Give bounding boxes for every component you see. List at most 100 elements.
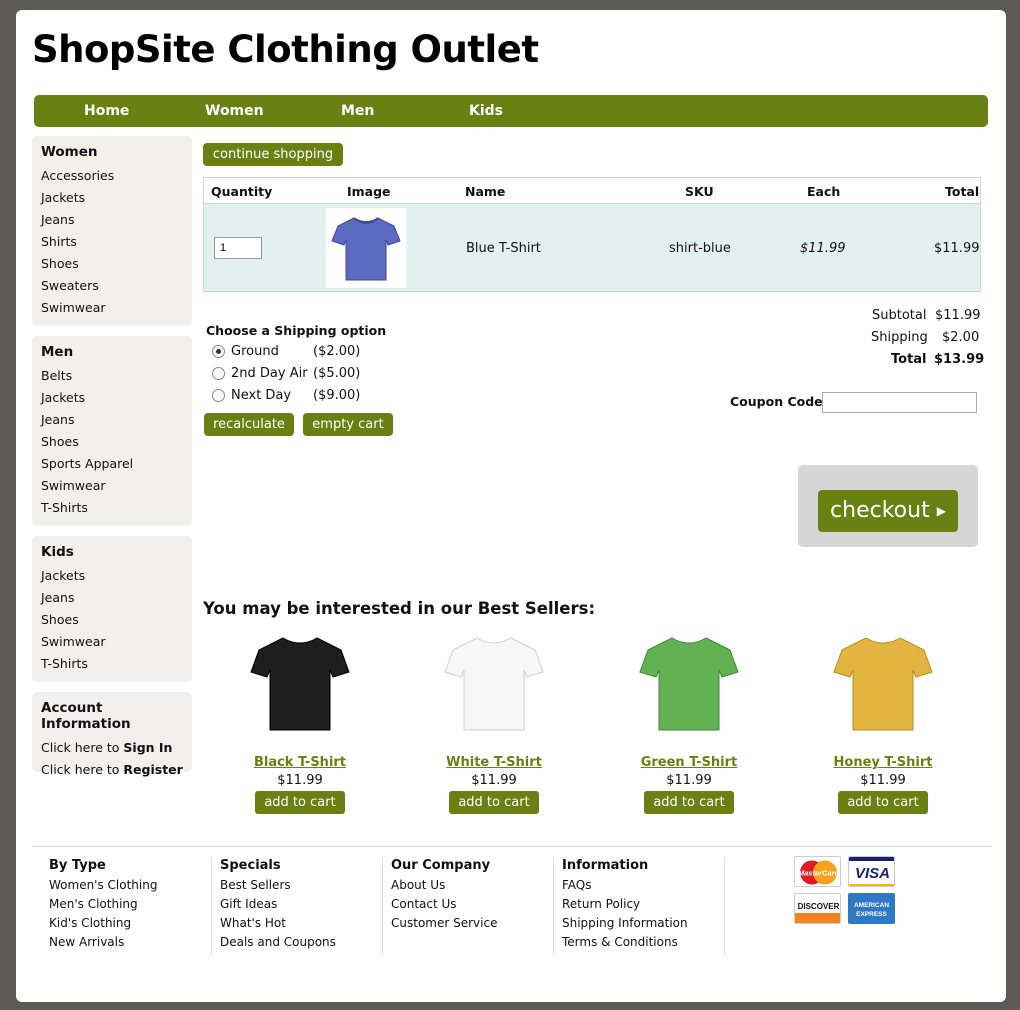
shipping-radio-next-day[interactable] [212,389,225,402]
sidebar-item[interactable]: Jeans [41,209,183,231]
col-sku: SKU [685,184,714,199]
page: ShopSite Clothing Outlet Home Women Men … [16,10,1006,1002]
visa-label: VISA [855,865,890,882]
tshirt-icon[interactable] [439,630,549,740]
sidebar-item[interactable]: Jeans [41,587,183,609]
coupon-input[interactable] [822,392,977,413]
sidebar-item[interactable]: Jackets [41,565,183,587]
sidebar-item[interactable]: Jackets [41,387,183,409]
tshirt-icon[interactable] [634,630,744,740]
footer-col-company: Our Company About Us Contact Us Customer… [391,858,554,955]
checkout-button[interactable]: checkout ▶ [818,490,958,532]
item-sku: shirt-blue [669,241,731,256]
discover-icon: DISCOVER [794,893,841,924]
add-to-cart-button[interactable]: add to cart [449,791,539,814]
caret-right-icon: ▶ [936,504,946,518]
footer-col-specials: Specials Best Sellers Gift Ideas What's … [220,858,383,955]
footer-col-title: Our Company [391,858,491,873]
product-image[interactable] [326,208,406,288]
item-name: Blue T-Shirt [466,241,541,256]
sidebar-item[interactable]: Swimwear [41,475,183,497]
recalculate-button[interactable]: recalculate [204,413,294,436]
sidebar-kids: Kids Jackets Jeans Shoes Swimwear T-Shir… [32,536,192,682]
sidebar-item[interactable]: Sweaters [41,275,183,297]
tshirt-icon[interactable] [828,630,938,740]
shipping-option-price: ($9.00) [313,388,361,403]
register-link[interactable]: Click here to Register [41,759,183,781]
add-to-cart-button[interactable]: add to cart [838,791,928,814]
shipping-option-label: 2nd Day Air [231,366,308,381]
main-nav: Home Women Men Kids [34,95,988,127]
footer-link[interactable]: Return Policy [562,895,724,914]
sidebar-item[interactable]: Shoes [41,253,183,275]
amex-label-1: AMERICAN [854,902,889,909]
footer-col-information: Information FAQs Return Policy Shipping … [562,858,725,955]
tshirt-icon[interactable] [245,630,355,740]
footer-link[interactable]: Gift Ideas [220,895,382,914]
footer-link[interactable]: Terms & Conditions [562,933,724,952]
sidebar-item[interactable]: T-Shirts [41,497,183,519]
footer-link[interactable]: Deals and Coupons [220,933,382,952]
best-seller-name[interactable]: Honey T-Shirt [808,755,958,770]
footer-link[interactable]: Contact Us [391,895,553,914]
discover-label: DISCOVER [798,902,840,911]
checkout-label: checkout [830,498,930,523]
footer-link[interactable]: What's Hot [220,914,382,933]
nav-kids[interactable]: Kids [469,103,503,119]
sidebar-item[interactable]: Sports Apparel [41,453,183,475]
footer-link[interactable]: FAQs [562,876,724,895]
footer-link[interactable]: Men's Clothing [49,895,211,914]
add-to-cart-button[interactable]: add to cart [255,791,345,814]
nav-home[interactable]: Home [84,103,129,119]
shipping-radio-2nd-day[interactable] [212,367,225,380]
best-seller-name[interactable]: Green T-Shirt [614,755,764,770]
sidebar-item[interactable]: Jeans [41,409,183,431]
sidebar-item[interactable]: Swimwear [41,297,183,319]
sidebar-item[interactable]: Shoes [41,431,183,453]
sidebar-item[interactable]: Shoes [41,609,183,631]
best-seller-name[interactable]: White T-Shirt [419,755,569,770]
best-seller-price: $11.99 [471,773,517,788]
visa-icon: VISA [848,856,895,887]
sidebar-item[interactable]: Swimwear [41,631,183,653]
best-seller-price: $11.99 [860,773,906,788]
shipping-label: Shipping [871,330,928,345]
register-prefix: Click here to [41,762,124,777]
add-to-cart-button[interactable]: add to cart [644,791,734,814]
shipping-option-label: Next Day [231,388,292,403]
footer-link[interactable]: Customer Service [391,914,553,933]
subtotal-value: $11.99 [935,308,981,323]
account-title: Account Information [41,700,131,732]
cart-table: Quantity Image Name SKU Each Total Blue … [203,177,981,292]
sidebar-item[interactable]: Belts [41,365,183,387]
footer-link[interactable]: Shipping Information [562,914,724,933]
sidebar-kids-title: Kids [41,544,74,560]
shipping-radio-ground[interactable] [212,345,225,358]
coupon-label: Coupon Code: [730,394,828,409]
amex-label-2: EXPRESS [856,911,887,918]
mastercard-label: MasterCard [798,869,840,878]
continue-shopping-button[interactable]: continue shopping [203,143,343,166]
sign-in-label: Sign In [123,740,173,755]
sidebar-item[interactable]: Shirts [41,231,183,253]
sidebar-account: Account Information Click here to Sign I… [32,692,192,777]
nav-women[interactable]: Women [205,103,264,119]
footer-col-title: Specials [220,858,281,873]
tshirt-icon [331,217,401,281]
footer-link[interactable]: About Us [391,876,553,895]
footer-link[interactable]: Best Sellers [220,876,382,895]
sidebar-item[interactable]: Accessories [41,165,183,187]
footer-link[interactable]: Kid's Clothing [49,914,211,933]
nav-men[interactable]: Men [341,103,374,119]
shipping-option-price: ($5.00) [313,366,361,381]
sidebar-item[interactable]: T-Shirts [41,653,183,675]
sign-in-link[interactable]: Click here to Sign In [41,737,183,759]
best-seller-price: $11.99 [277,773,323,788]
footer-link[interactable]: Women's Clothing [49,876,211,895]
best-seller-name[interactable]: Black T-Shirt [225,755,375,770]
quantity-input[interactable] [214,237,262,259]
col-total: Total [945,184,980,199]
footer-link[interactable]: New Arrivals [49,933,211,952]
sidebar-item[interactable]: Jackets [41,187,183,209]
empty-cart-button[interactable]: empty cart [303,413,393,436]
